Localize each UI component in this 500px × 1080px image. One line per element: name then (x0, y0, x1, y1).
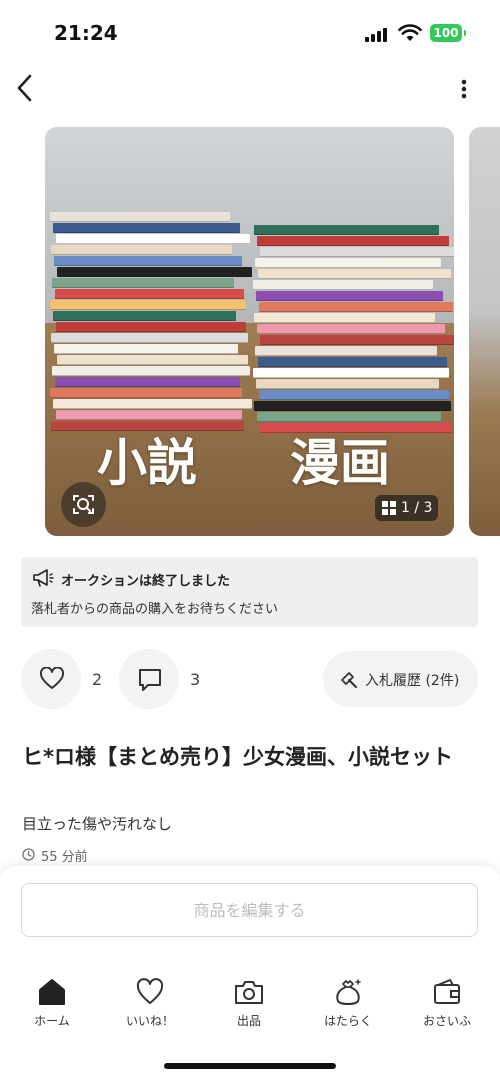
heart-icon (136, 978, 164, 1004)
book-spine (255, 346, 437, 356)
book-spine (53, 311, 236, 321)
book-spine (54, 256, 242, 266)
status-time: 21:24 (54, 21, 118, 45)
status-bar: 21:24 100 (0, 0, 500, 60)
book-spine (259, 302, 453, 312)
photo-counter: 1 / 3 (375, 495, 438, 521)
book-spine (257, 412, 441, 422)
cellular-signal-icon (365, 28, 389, 42)
book-spine (51, 333, 248, 343)
item-title: ヒ*ロ様【まとめ売り】少女漫画、小説セット (22, 745, 453, 769)
home-indicator (164, 1063, 336, 1069)
book-spine (256, 291, 443, 301)
like-button[interactable] (21, 649, 81, 709)
heart-icon (39, 667, 65, 689)
book-stack-left (50, 212, 252, 437)
comment-icon (139, 669, 161, 691)
book-spine (57, 355, 248, 365)
tab-likes[interactable]: いいね！ (110, 978, 190, 1038)
clock-icon (22, 848, 35, 861)
book-spine (56, 234, 250, 244)
edit-item-button[interactable]: 商品を編集する (21, 883, 478, 937)
bottom-sheet: 商品を編集する ホーム いいね！ 出品 はたらく おさいふ (0, 866, 500, 1080)
book-stack-right (253, 225, 454, 440)
auction-ended-notice: オークションは終了しました 落札者からの商品の購入をお待ちください (21, 557, 478, 627)
book-spine (260, 247, 454, 257)
image-search-icon (73, 495, 94, 514)
bid-history-label: 入札履歴 (2件) (365, 673, 460, 689)
book-spine (257, 236, 449, 246)
book-spine (253, 280, 433, 290)
next-product-photo[interactable] (469, 127, 500, 536)
book-spine (55, 377, 240, 387)
book-spine (257, 324, 445, 334)
book-spine (57, 267, 252, 277)
money-bag-icon (336, 979, 361, 1005)
gavel-icon (341, 672, 357, 688)
book-spine (260, 335, 454, 345)
like-count: 2 (92, 670, 103, 689)
book-spine (254, 225, 439, 235)
comment-button[interactable] (119, 649, 179, 709)
book-spine (55, 289, 244, 299)
product-photo[interactable]: 小説 漫画 1 / 3 (45, 127, 454, 536)
tab-work[interactable]: はたらく (308, 978, 388, 1038)
comment-count: 3 (190, 670, 201, 689)
book-spine (253, 368, 449, 378)
battery-indicator: 100 (430, 24, 466, 42)
book-spine (50, 212, 230, 222)
camera-icon (235, 981, 263, 1004)
book-spine (254, 401, 451, 411)
tab-home[interactable]: ホーム (12, 978, 92, 1038)
tab-bar: ホーム いいね！ 出品 はたらく おさいふ (0, 978, 500, 1038)
book-spine (56, 410, 242, 420)
bid-history-button[interactable]: 入札履歴 (2件) (323, 651, 478, 707)
image-search-button[interactable] (61, 482, 106, 527)
book-spine (254, 313, 435, 323)
grid-icon (382, 501, 396, 515)
notice-message: 落札者からの商品の購入をお待ちください (31, 602, 279, 617)
book-spine (259, 390, 449, 400)
photo-caption-novel: 小説 (97, 434, 197, 492)
more-options-icon[interactable] (454, 76, 474, 102)
book-spine (50, 388, 242, 398)
megaphone-icon (33, 569, 54, 587)
book-spine (52, 366, 250, 376)
home-icon (39, 979, 65, 1005)
book-spine (255, 258, 441, 268)
item-condition: 目立った傷や汚れなし (22, 815, 173, 833)
book-spine (258, 357, 447, 367)
book-spine (258, 269, 451, 279)
book-spine (50, 300, 246, 310)
photo-caption-manga: 漫画 (290, 434, 390, 492)
book-spine (56, 322, 246, 332)
book-spine (54, 344, 238, 354)
wallet-icon (434, 979, 460, 1004)
back-arrow-icon[interactable] (12, 72, 40, 104)
book-spine (51, 245, 232, 255)
tab-wallet[interactable]: おさいふ (407, 978, 487, 1038)
book-spine (256, 379, 439, 389)
notice-title: オークションは終了しました (61, 574, 231, 589)
wifi-icon (398, 24, 422, 41)
book-spine (53, 399, 252, 409)
tab-sell[interactable]: 出品 (209, 978, 289, 1038)
book-spine (52, 278, 234, 288)
book-spine (53, 223, 240, 233)
